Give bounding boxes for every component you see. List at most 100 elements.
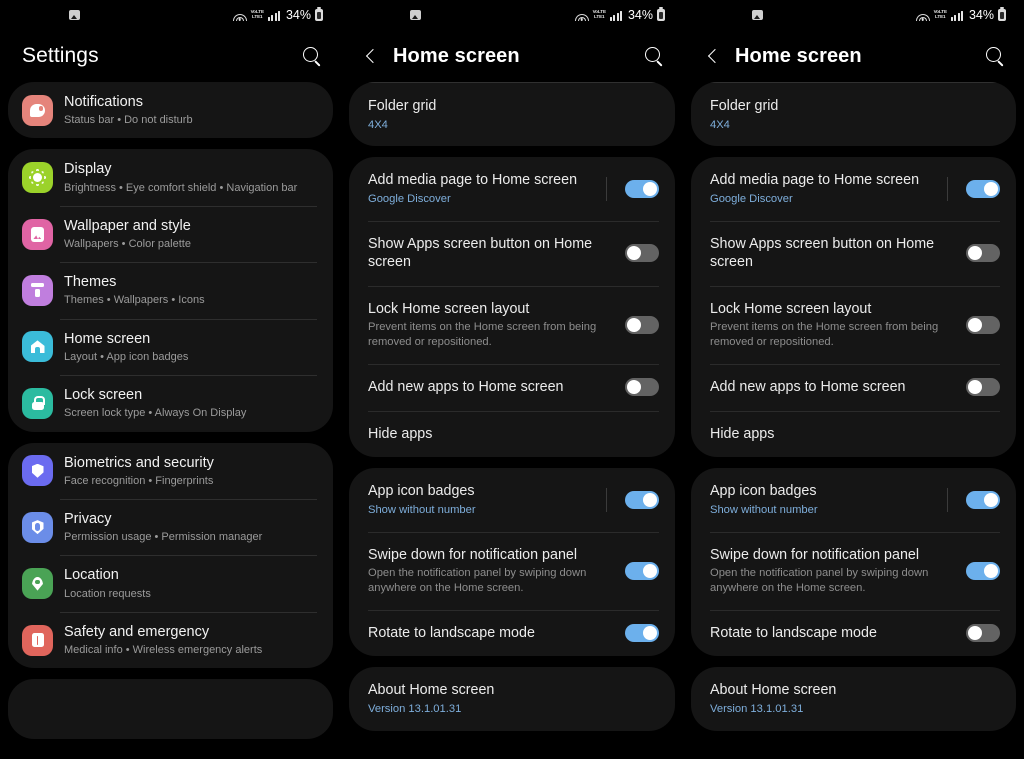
preference-row[interactable]: Hide apps (349, 410, 675, 458)
preference-row[interactable]: Rotate to landscape mode (691, 609, 1016, 657)
toggle-switch[interactable] (625, 623, 659, 642)
toggle-switch[interactable] (966, 490, 1000, 509)
toggle-switch[interactable] (966, 244, 1000, 263)
settings-row[interactable]: Biometrics and security Face recognition … (8, 443, 333, 499)
preference-row[interactable]: Add media page to Home screen Google Disc… (691, 157, 1016, 220)
toggle-switch[interactable] (625, 561, 659, 580)
settings-row[interactable]: Home screen Layout • App icon badges (8, 318, 333, 375)
toggle-switch[interactable] (625, 180, 659, 199)
home-screen-behavior-card: App icon badges Show without number Swipe … (691, 468, 1016, 657)
preference-subtitle[interactable]: Version 13.1.01.31 (710, 702, 1000, 717)
preference-row[interactable]: Add new apps to Home screen (691, 364, 1016, 411)
about-home-screen-card[interactable]: About Home screen Version 13.1.01.31 (691, 667, 1016, 731)
back-chevron-icon[interactable] (363, 48, 379, 64)
search-icon[interactable] (301, 45, 323, 67)
toggle-switch[interactable] (966, 561, 1000, 580)
toggle-switch[interactable] (625, 490, 659, 509)
preference-subtitle[interactable]: Google Discover (368, 192, 596, 207)
signal-bars-icon (950, 10, 963, 21)
preference-row[interactable]: Lock Home screen layout Prevent items on … (349, 285, 675, 364)
settings-row-text: Themes Themes • Wallpapers • Icons (64, 273, 205, 307)
preference-row[interactable]: Lock Home screen layout Prevent items on … (691, 285, 1016, 364)
settings-row[interactable]: Privacy Permission usage • Permission man… (8, 498, 333, 555)
preference-row[interactable]: Swipe down for notification panel Open th… (691, 531, 1016, 610)
settings-row[interactable]: Safety and emergency Medical info • Wirel… (8, 611, 333, 668)
toggle-switch[interactable] (625, 315, 659, 334)
toggle-divider (606, 177, 607, 201)
settings-group-card-partial[interactable] (8, 679, 333, 740)
brush-icon (22, 274, 53, 306)
settings-row[interactable]: Lock screen Screen lock type • Always On … (8, 375, 333, 431)
preference-row[interactable]: Folder grid 4X4 (349, 83, 675, 146)
preference-subtitle[interactable]: Show without number (710, 503, 937, 518)
settings-row-subtitle: Themes • Wallpapers • Icons (64, 294, 205, 307)
settings-row[interactable]: Display Brightness • Eye comfort shield •… (8, 149, 333, 205)
sun-icon (22, 162, 53, 194)
settings-row[interactable]: Notifications Status bar • Do not disturb (8, 82, 333, 138)
privacy-shield-icon-glyph (31, 520, 44, 535)
settings-row[interactable]: Themes Themes • Wallpapers • Icons (8, 262, 333, 318)
signal-bars-icon (609, 10, 622, 21)
volte-icon: VoLTE LTE1 (593, 10, 606, 20)
status-bar-right: VoLTE LTE1 34% (232, 7, 323, 22)
preference-subtitle[interactable]: Show without number (368, 503, 596, 518)
settings-row-subtitle: Face recognition • Fingerprints (64, 474, 214, 487)
settings-row-subtitle: Permission usage • Permission manager (64, 531, 263, 544)
preference-title: About Home screen (368, 682, 495, 699)
toggle-switch[interactable] (625, 244, 659, 263)
settings-row-title: Location (64, 567, 119, 584)
settings-group-card: Notifications Status bar • Do not disturb (8, 82, 333, 139)
volte-line-2: LTE1 (594, 14, 605, 20)
settings-row[interactable]: Location Location requests (8, 555, 333, 611)
preference-row[interactable]: Add media page to Home screen Google Disc… (349, 157, 675, 220)
preference-row[interactable]: Show Apps screen button on Home screen (349, 220, 675, 286)
preference-row[interactable]: App icon badges Show without number (691, 468, 1016, 531)
battery-percent: 34% (285, 8, 311, 22)
preference-row[interactable]: Swipe down for notification panel Open th… (349, 531, 675, 610)
status-bar-right: VoLTE LTE1 34% (574, 7, 665, 22)
bell-icon (22, 94, 53, 126)
preference-title: Hide apps (368, 425, 433, 442)
settings-row-text: Home screen Layout • App icon badges (64, 330, 188, 364)
preference-row[interactable]: Folder grid 4X4 (691, 83, 1016, 146)
settings-row[interactable]: Wallpaper and style Wallpapers • Color pa… (8, 205, 333, 262)
back-chevron-icon[interactable] (705, 48, 721, 64)
preference-row[interactable]: About Home screen Version 13.1.01.31 (691, 667, 1016, 730)
settings-row-title: Themes (64, 274, 117, 291)
toggle-switch[interactable] (625, 378, 659, 397)
preference-row[interactable]: App icon badges Show without number (349, 468, 675, 531)
toggle-switch[interactable] (966, 378, 1000, 397)
toggle-switch[interactable] (966, 315, 1000, 334)
settings-row-subtitle: Layout • App icon badges (64, 350, 189, 363)
preference-subtitle: Prevent items on the Home screen from be… (710, 321, 939, 349)
about-home-screen-card[interactable]: About Home screen Version 13.1.01.31 (349, 667, 675, 731)
toggle-knob (643, 625, 657, 640)
status-time: 01:57 (363, 6, 404, 23)
settings-screen: 01:57 VoLTE LTE1 34% Settings Notificati… (0, 0, 341, 759)
preference-subtitle[interactable]: 4X4 (710, 118, 1000, 133)
preference-subtitle[interactable]: Google Discover (710, 192, 937, 207)
search-icon[interactable] (643, 45, 665, 67)
preference-title: Hide apps (710, 425, 775, 442)
preference-labels: About Home screen Version 13.1.01.31 (368, 681, 659, 716)
settings-row-title: Lock screen (64, 387, 143, 404)
preference-row[interactable]: About Home screen Version 13.1.01.31 (349, 667, 675, 730)
toggle-switch[interactable] (966, 623, 1000, 642)
settings-row-subtitle: Wallpapers • Color palette (64, 237, 191, 250)
search-icon[interactable] (984, 45, 1006, 67)
preference-subtitle: Open the notification panel by swiping d… (710, 567, 929, 594)
toggle-switch[interactable] (966, 180, 1000, 199)
toggle-knob (643, 563, 657, 578)
preference-title: Add new apps to Home screen (710, 379, 906, 396)
preference-row[interactable]: Show Apps screen button on Home screen (691, 220, 1016, 286)
preference-row[interactable]: Hide apps (691, 410, 1016, 458)
preference-labels: Folder grid 4X4 (368, 97, 659, 132)
preference-row[interactable]: Rotate to landscape mode (349, 609, 675, 657)
preference-subtitle[interactable]: 4X4 (368, 118, 659, 133)
status-time: 01:57 (705, 6, 746, 23)
preference-row[interactable]: Add new apps to Home screen (349, 364, 675, 411)
preference-title: Folder grid (368, 98, 437, 114)
preference-subtitle[interactable]: Version 13.1.01.31 (368, 702, 659, 717)
home-screen-options-card: Add media page to Home screen Google Disc… (691, 157, 1016, 458)
volte-icon: VoLTE LTE1 (251, 10, 264, 20)
